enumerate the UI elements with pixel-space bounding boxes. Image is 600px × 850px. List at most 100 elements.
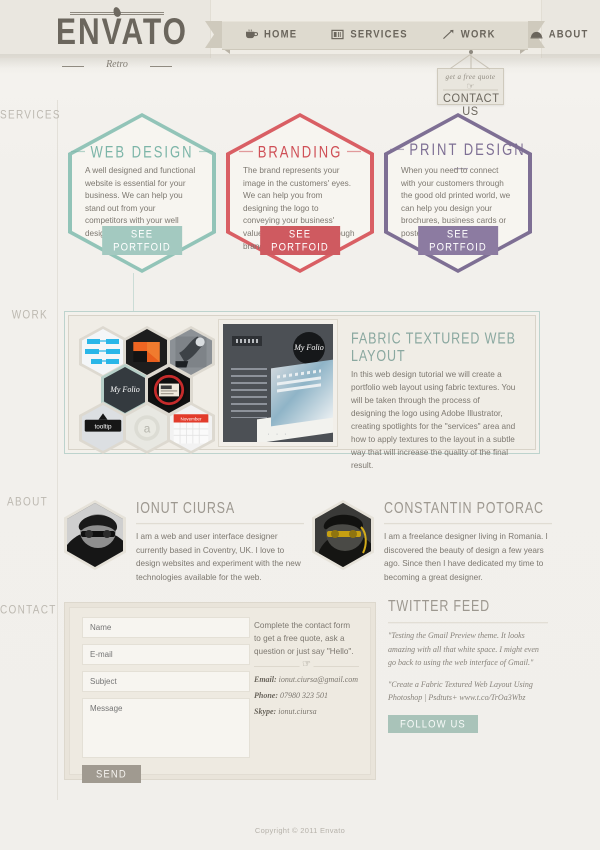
thumb-art: November [170, 405, 212, 451]
phone-value: 07980 323 501 [280, 691, 328, 700]
send-button-label: SEND [96, 767, 127, 782]
calendar-icon: November [173, 414, 209, 444]
preview-dots: · · · [267, 430, 289, 438]
nav-item-services[interactable]: SERVICES [320, 28, 418, 41]
nav-item-work[interactable]: WORK [431, 28, 507, 41]
service-title: BRANDING [226, 142, 374, 161]
tooltip-icon: tooltip [84, 413, 122, 432]
site-logo[interactable]: ENVATO Retro [56, 6, 189, 70]
button-label: SEE PORTFOID [429, 227, 487, 255]
work-title: FABRIC TEXTURED WEB LAYOUT [351, 329, 516, 365]
logo-tagline: Retro [56, 59, 178, 70]
side-rail-line [57, 100, 58, 800]
see-portfolio-button[interactable]: SEE PORTFOID [260, 226, 340, 255]
phone-label: Phone: [254, 691, 278, 700]
see-portfolio-button[interactable]: SEE PORTFOID [418, 226, 498, 255]
contact-skype-row: Skype: ionut.ciursa [254, 707, 359, 716]
nav-item-about[interactable]: ABOUT [519, 28, 600, 41]
page-root: ENVATO Retro HOME SERVICES WORK ABOUT ge… [0, 0, 600, 850]
title-rule-right [347, 150, 362, 153]
svg-text:tooltip: tooltip [94, 423, 111, 430]
tweet-1: "Testing the Gmail Preview theme. It loo… [388, 631, 539, 667]
contact-lead-text: Complete the contact form to get a free … [254, 621, 354, 656]
services-section: WEB DESIGN A well designed and functiona… [60, 113, 540, 273]
contact-us-tag[interactable]: get a free quote ☞ CONTACT US [437, 50, 504, 119]
nav-label: ABOUT [548, 28, 589, 41]
contact-info: Complete the contact form to get a free … [250, 608, 370, 774]
preview-hero-image [271, 359, 333, 426]
service-title-text: PRINT DESIGN [409, 139, 526, 159]
main-nav: HOME SERVICES WORK ABOUT [222, 21, 587, 48]
ionut-avatar-icon [67, 503, 123, 567]
title-rule-right [198, 150, 213, 153]
about-person-ionut: IONUT CIURSA I am a web and user interfa… [64, 498, 304, 583]
nav-label: HOME [264, 28, 298, 41]
nav-ribbon: HOME SERVICES WORK ABOUT [205, 21, 587, 54]
person-text: IONUT CIURSA I am a web and user interfa… [136, 498, 304, 584]
service-card-print-design[interactable]: PRINT DESIGN When you need to connect wi… [384, 113, 532, 273]
person-text: CONSTANTIN POTORAC I am a freelance desi… [384, 498, 552, 584]
nav-label: WORK [460, 28, 496, 41]
avatar-image [67, 503, 123, 567]
follow-button-label: FOLLOW US [400, 717, 466, 731]
title-rule-left [238, 150, 253, 153]
contact-divider-hand-icon [254, 666, 359, 667]
hard-hat-icon [530, 31, 543, 39]
svg-text:November: November [181, 417, 202, 422]
button-label: SEE PORTFOID [113, 227, 171, 255]
email-input[interactable] [82, 644, 250, 665]
subject-input[interactable] [82, 671, 250, 692]
coffee-cup-icon [246, 29, 258, 39]
see-portfolio-button[interactable]: SEE PORTFOID [102, 226, 182, 255]
service-title: WEB DESIGN [68, 142, 216, 161]
twitter-title: TWITTER FEED [388, 598, 548, 624]
email-label: Email: [254, 675, 277, 684]
follow-us-button[interactable]: FOLLOW US [388, 714, 478, 733]
preview-screenshot[interactable]: My Folio · · · [219, 319, 337, 446]
send-button[interactable]: SEND [82, 765, 141, 783]
preview-nav-bar [232, 335, 262, 346]
contact-phone-row: Phone: 07980 323 501 [254, 691, 359, 700]
person-bio: I am a freelance designer living in Roma… [384, 532, 548, 582]
tag-pin [468, 50, 473, 54]
title-rule-left [71, 150, 86, 153]
title-rule-left [390, 148, 405, 151]
site-header: ENVATO Retro HOME SERVICES WORK ABOUT [0, 0, 600, 70]
twitter-feed: TWITTER FEED "Testing the Gmail Preview … [388, 598, 548, 733]
work-panel: My Folio tooltip a November My Folio · ·… [64, 311, 540, 471]
work-body: In this web design tutorial we will crea… [351, 370, 516, 470]
skype-value: ionut.ciursa [278, 707, 317, 716]
name-input[interactable] [82, 617, 250, 638]
portfolio-hex-grid: My Folio tooltip a November [69, 316, 219, 454]
sidebar-label-work: WORK [11, 309, 48, 322]
nav-item-home[interactable]: HOME [234, 28, 308, 41]
service-title-text: BRANDING [257, 141, 343, 162]
message-textarea[interactable] [82, 698, 250, 758]
avatar[interactable] [64, 500, 126, 570]
connector-stem [133, 273, 134, 312]
work-text: FABRIC TEXTURED WEB LAYOUT In this web d… [337, 321, 530, 471]
svg-text:a: a [144, 422, 151, 436]
avatar[interactable] [312, 500, 374, 570]
service-card-branding[interactable]: BRANDING The brand represents your image… [226, 113, 374, 273]
button-label: SEE PORTFOID [271, 227, 329, 255]
sidebar-label-contact: CONTACT [0, 604, 57, 617]
work-inner: My Folio tooltip a November My Folio · ·… [68, 315, 536, 471]
avatar-image [315, 503, 371, 567]
contact-form-inner: SEND Complete the contact form to get a … [69, 607, 371, 783]
thumb-art: tooltip [82, 405, 124, 451]
tag-string [470, 53, 471, 69]
nav-label: SERVICES [350, 28, 408, 41]
constantin-avatar-icon [315, 503, 371, 567]
contact-form: SEND [70, 608, 250, 783]
thumb-label: My Folio [110, 384, 140, 394]
envato-a-icon: a [134, 415, 160, 441]
tag-quote-text: get a free quote [445, 73, 496, 81]
contact-form-panel: SEND Complete the contact form to get a … [64, 602, 376, 783]
logo-wordmark: ENVATO [56, 12, 189, 53]
service-card-web-design[interactable]: WEB DESIGN A well designed and functiona… [68, 113, 216, 273]
thumb-art: a [126, 405, 168, 451]
sidebar-label-services: SERVICES [0, 109, 61, 122]
hammer-icon [442, 29, 454, 40]
book-icon [331, 29, 344, 40]
